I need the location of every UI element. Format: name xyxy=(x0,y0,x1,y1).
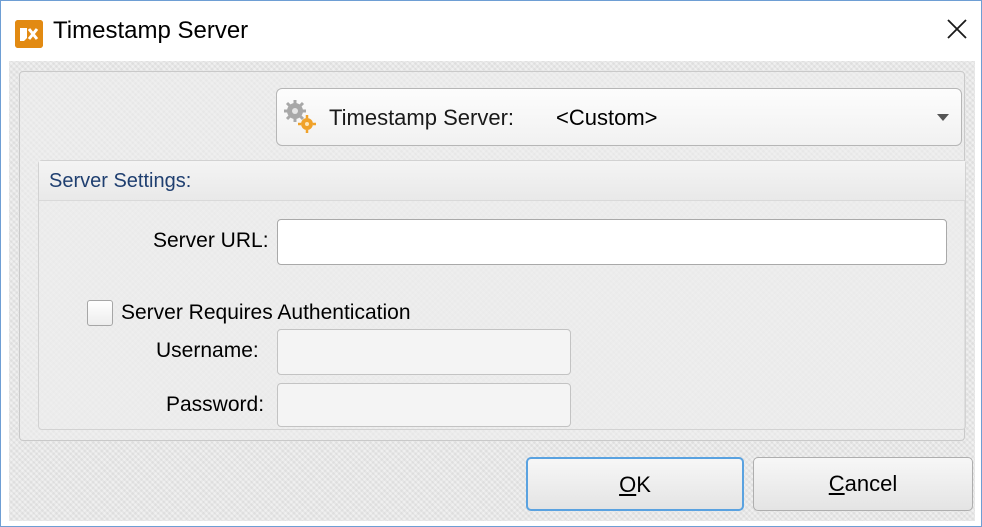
chevron-down-icon xyxy=(937,114,949,121)
server-requires-auth-label[interactable]: Server Requires Authentication xyxy=(121,301,411,325)
ok-button-mnemonic: O xyxy=(619,472,637,497)
close-button[interactable] xyxy=(935,11,979,51)
timestamp-server-dropdown[interactable]: Timestamp Server: <Custom> xyxy=(276,88,962,146)
server-requires-auth-checkbox[interactable] xyxy=(87,300,113,326)
timestamp-server-dialog: Timestamp Server Timestamp Server: <Cust… xyxy=(0,0,982,527)
ok-button-label: K xyxy=(636,472,651,497)
cancel-button[interactable]: Cancel xyxy=(753,457,973,511)
username-label: Username: xyxy=(156,339,259,362)
server-settings-title: Server Settings: xyxy=(49,170,192,192)
password-label: Password: xyxy=(166,393,265,416)
timestamp-server-value: <Custom> xyxy=(556,105,658,130)
cancel-button-mnemonic: C xyxy=(828,471,845,496)
title-bar[interactable]: Timestamp Server xyxy=(1,1,981,61)
cancel-button-label: ancel xyxy=(844,471,898,496)
server-settings-header: Server Settings: xyxy=(39,161,965,201)
pdf-xchange-icon xyxy=(15,20,43,48)
server-url-input[interactable] xyxy=(277,219,947,265)
server-url-label: Server URL: xyxy=(153,229,269,252)
settings-panel: Timestamp Server: <Custom> Server Settin… xyxy=(19,71,966,441)
dialog-body: Timestamp Server: <Custom> Server Settin… xyxy=(9,61,975,521)
password-input[interactable] xyxy=(277,383,571,427)
window-title: Timestamp Server xyxy=(53,17,249,44)
close-icon xyxy=(947,19,967,39)
gear-icon xyxy=(283,99,317,133)
ok-button[interactable]: OK xyxy=(526,457,744,511)
server-settings-group: Server Settings: Server URL: Server Requ… xyxy=(38,160,966,430)
timestamp-server-label: Timestamp Server: xyxy=(329,105,515,130)
username-input[interactable] xyxy=(277,329,571,375)
